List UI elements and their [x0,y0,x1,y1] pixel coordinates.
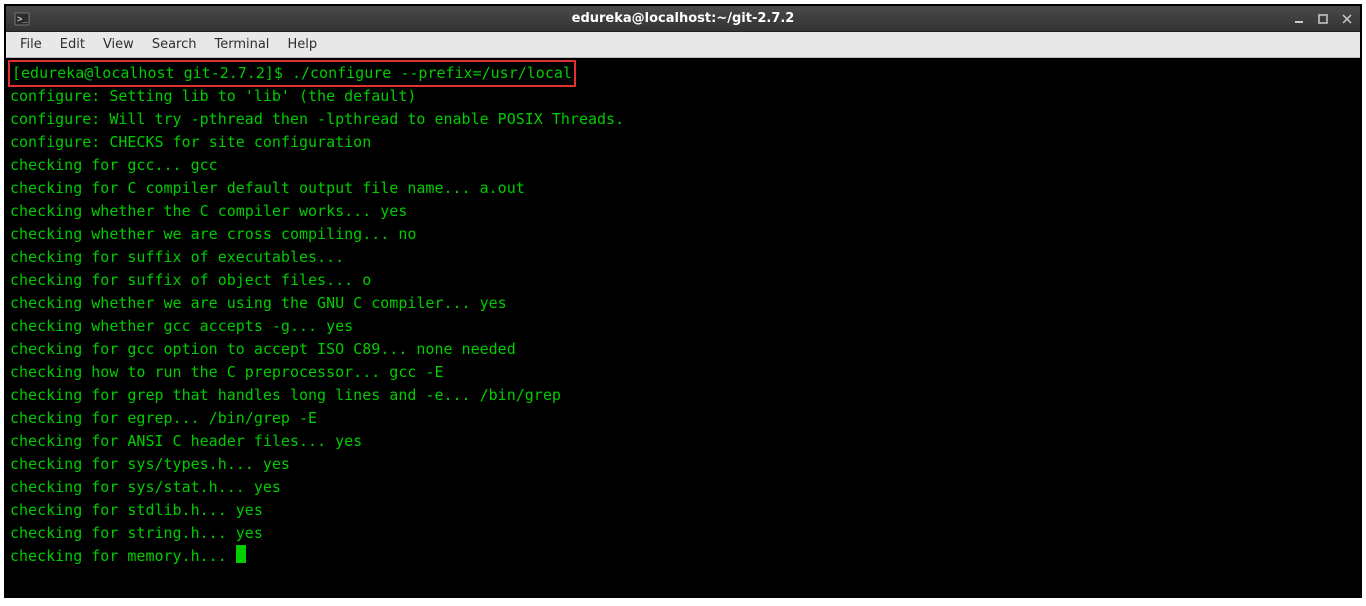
output-line: configure: Setting lib to 'lib' (the def… [10,85,1356,108]
close-button[interactable] [1340,12,1354,26]
menubar: File Edit View Search Terminal Help [6,32,1360,58]
shell-command: ./configure --prefix=/usr/local [292,64,572,82]
window-title: edureka@localhost:~/git-2.7.2 [572,11,795,26]
cursor [236,545,246,563]
menu-search[interactable]: Search [144,34,205,55]
highlighted-command: [edureka@localhost git-2.7.2]$ ./configu… [8,60,576,87]
minimize-button[interactable] [1292,12,1306,26]
menu-view[interactable]: View [95,34,142,55]
shell-prompt: [edureka@localhost git-2.7.2]$ [12,64,292,82]
terminal-output[interactable]: [edureka@localhost git-2.7.2]$ ./configu… [6,58,1360,596]
output-line: configure: CHECKS for site configuration [10,131,1356,154]
maximize-button[interactable] [1316,12,1330,26]
output-line: checking for egrep... /bin/grep -E [10,407,1356,430]
terminal-icon: >_ [12,9,32,29]
svg-text:>_: >_ [17,15,28,25]
output-line: checking for C compiler default output f… [10,177,1356,200]
output-line: checking whether we are cross compiling.… [10,223,1356,246]
command-line: [edureka@localhost git-2.7.2]$ ./configu… [10,60,1356,85]
output-line: checking whether the C compiler works...… [10,200,1356,223]
output-line: checking whether we are using the GNU C … [10,292,1356,315]
output-line: checking for suffix of executables... [10,246,1356,269]
window-controls [1292,12,1354,26]
output-line: checking for gcc... gcc [10,154,1356,177]
terminal-window: >_ edureka@localhost:~/git-2.7.2 File Ed… [6,6,1360,596]
output-line: checking for sys/stat.h... yes [10,476,1356,499]
menu-edit[interactable]: Edit [52,34,93,55]
output-line: checking for string.h... yes [10,522,1356,545]
output-line-last: checking for memory.h... [10,545,1356,568]
menu-help[interactable]: Help [279,34,325,55]
menu-file[interactable]: File [12,34,50,55]
output-line: checking for stdlib.h... yes [10,499,1356,522]
output-line: checking for grep that handles long line… [10,384,1356,407]
titlebar: >_ edureka@localhost:~/git-2.7.2 [6,6,1360,32]
menu-terminal[interactable]: Terminal [206,34,277,55]
output-line: checking whether gcc accepts -g... yes [10,315,1356,338]
output-line: configure: Will try -pthread then -lpthr… [10,108,1356,131]
output-line: checking for gcc option to accept ISO C8… [10,338,1356,361]
output-line: checking for ANSI C header files... yes [10,430,1356,453]
output-line: checking for sys/types.h... yes [10,453,1356,476]
output-line: checking how to run the C preprocessor..… [10,361,1356,384]
output-line: checking for suffix of object files... o [10,269,1356,292]
